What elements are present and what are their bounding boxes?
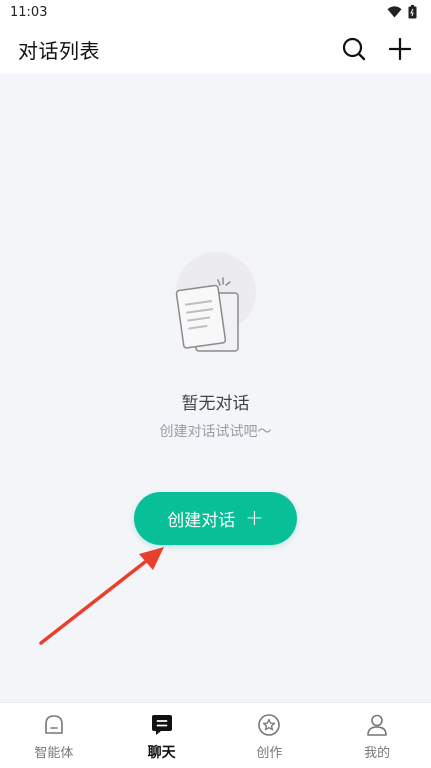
tab-agents[interactable]: 智能体 xyxy=(0,703,108,768)
tab-bar: 智能体 聊天 创作 我的 xyxy=(0,702,431,768)
agent-icon xyxy=(41,712,67,738)
tab-label: 聊天 xyxy=(147,745,176,761)
page-title: 对话列表 xyxy=(18,38,100,63)
create-conversation-label: 创建对话 xyxy=(167,511,236,531)
create-star-icon xyxy=(256,712,282,738)
tab-chat[interactable]: 聊天 xyxy=(108,703,216,768)
tab-label: 创作 xyxy=(256,746,283,761)
battery-icon xyxy=(408,5,417,19)
status-icons xyxy=(387,5,417,19)
status-bar: 11:03 xyxy=(0,0,431,24)
wifi-icon xyxy=(387,6,402,18)
plus-icon xyxy=(389,38,411,60)
search-button[interactable] xyxy=(341,36,367,62)
create-conversation-button[interactable]: 创建对话 + xyxy=(134,492,297,545)
tab-create[interactable]: 创作 xyxy=(216,703,324,768)
tab-label: 智能体 xyxy=(34,746,74,761)
documents-icon xyxy=(175,252,256,352)
tab-label: 我的 xyxy=(364,746,391,761)
header: 对话列表 xyxy=(0,24,431,74)
search-icon xyxy=(342,37,366,61)
profile-icon xyxy=(364,712,390,738)
empty-state-title: 暂无对话 xyxy=(181,394,250,414)
status-time: 11:03 xyxy=(10,4,48,20)
plus-icon: + xyxy=(245,505,264,531)
arrow-annotation xyxy=(39,547,164,645)
header-actions xyxy=(341,36,413,62)
chat-icon xyxy=(149,712,175,738)
empty-state-subtitle: 创建对话试试吧～ xyxy=(159,424,272,440)
add-conversation-button[interactable] xyxy=(387,36,413,62)
tab-profile[interactable]: 我的 xyxy=(323,703,431,768)
